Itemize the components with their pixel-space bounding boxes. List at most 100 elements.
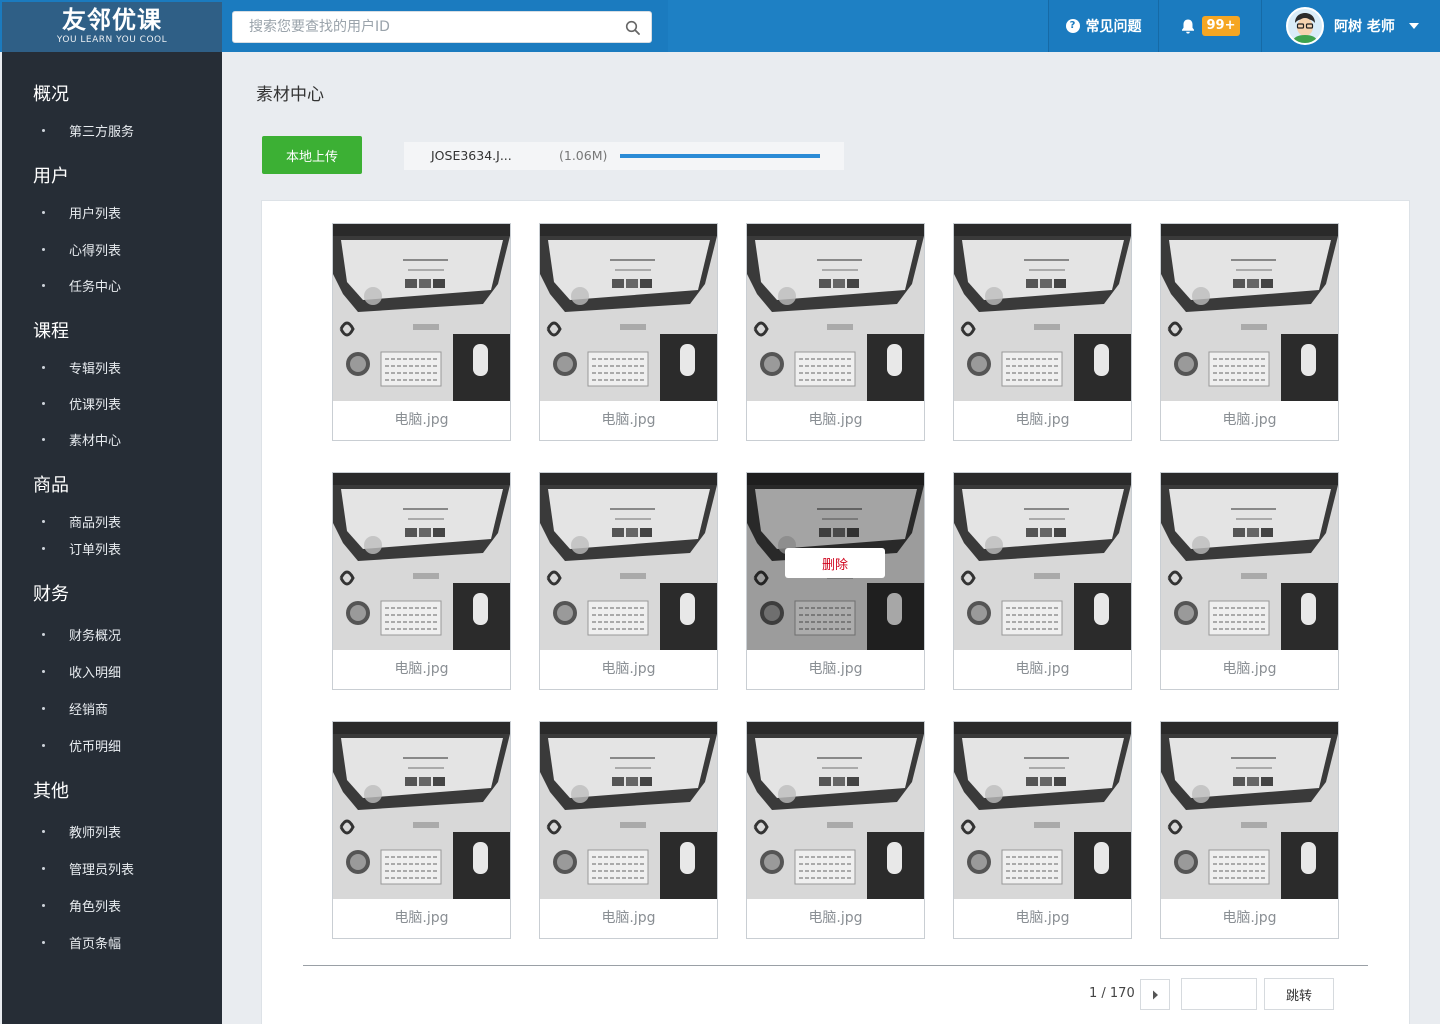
material-card[interactable]: 电脑.jpg <box>1160 223 1339 441</box>
logo[interactable]: 友邻优课 YOU LEARN YOU COOL <box>2 2 222 52</box>
material-card[interactable]: 电脑.jpg <box>539 472 718 690</box>
search-input[interactable] <box>233 12 613 42</box>
divider <box>303 965 1368 966</box>
sidebar-item-material-center[interactable]: 素材中心 <box>42 430 121 449</box>
material-thumbnail[interactable] <box>1161 473 1338 650</box>
bullet-icon <box>42 402 45 405</box>
sidebar-item-product-list[interactable]: 商品列表 <box>42 512 121 531</box>
material-card[interactable]: 删除电脑.jpg <box>746 472 925 690</box>
material-file-name: 电脑.jpg <box>1222 661 1277 677</box>
sidebar-item-home-banner[interactable]: 首页条幅 <box>42 933 121 952</box>
sidebar-item-income-detail[interactable]: 收入明细 <box>42 662 121 681</box>
material-thumbnail[interactable]: 删除 <box>747 473 924 650</box>
material-thumbnail[interactable] <box>333 224 510 401</box>
sidebar-item-admin-list[interactable]: 管理员列表 <box>42 859 134 878</box>
sidebar-item-label: 管理员列表 <box>69 863 135 878</box>
sidebar-item-coin-detail[interactable]: 优币明细 <box>42 736 121 755</box>
user-name: 阿树 老师 <box>1334 19 1395 35</box>
material-thumbnail[interactable] <box>747 722 924 899</box>
material-thumbnail[interactable] <box>333 473 510 650</box>
search-icon[interactable] <box>625 20 641 36</box>
computer-photo-image <box>954 473 1131 650</box>
material-card[interactable]: 电脑.jpg <box>1160 472 1339 690</box>
sidebar-item-label: 经销商 <box>69 703 109 718</box>
sidebar-item-label: 用户列表 <box>69 207 122 222</box>
material-thumbnail[interactable] <box>333 722 510 899</box>
notification-badge: 99+ <box>1201 16 1241 36</box>
material-card[interactable]: 电脑.jpg <box>332 472 511 690</box>
jump-button[interactable]: 跳转 <box>1264 978 1334 1010</box>
computer-photo-image <box>333 473 510 650</box>
search-box <box>232 11 652 43</box>
material-card[interactable]: 电脑.jpg <box>953 721 1132 939</box>
material-thumbnail[interactable] <box>747 224 924 401</box>
sidebar-item-label: 心得列表 <box>69 244 122 259</box>
material-card[interactable]: 电脑.jpg <box>539 223 718 441</box>
sidebar-item-order-list[interactable]: 订单列表 <box>42 539 121 558</box>
material-thumbnail[interactable] <box>954 473 1131 650</box>
computer-photo-image <box>954 722 1131 899</box>
sidebar-item-course-list[interactable]: 优课列表 <box>42 394 121 413</box>
material-file-name: 电脑.jpg <box>808 661 863 677</box>
bullet-icon <box>42 129 45 132</box>
material-card[interactable]: 电脑.jpg <box>746 223 925 441</box>
material-thumbnail[interactable] <box>540 722 717 899</box>
material-thumbnail[interactable] <box>954 722 1131 899</box>
sidebar-item-label: 角色列表 <box>69 900 122 915</box>
sidebar-item-label: 第三方服务 <box>69 125 135 140</box>
computer-photo-image <box>1161 722 1338 899</box>
page-number-input[interactable] <box>1181 978 1257 1010</box>
material-thumbnail[interactable] <box>540 224 717 401</box>
sidebar-item-album-list[interactable]: 专辑列表 <box>42 358 121 377</box>
faq-link[interactable]: ? 常见问题 <box>1048 0 1158 52</box>
material-card[interactable]: 电脑.jpg <box>1160 721 1339 939</box>
next-page-button[interactable] <box>1140 979 1170 1010</box>
material-card[interactable]: 电脑.jpg <box>953 223 1132 441</box>
material-card[interactable]: 电脑.jpg <box>332 223 511 441</box>
sidebar-item-label: 订单列表 <box>69 543 122 558</box>
sidebar-item-notes-list[interactable]: 心得列表 <box>42 240 121 259</box>
material-card[interactable]: 电脑.jpg <box>539 721 718 939</box>
bullet-icon <box>42 941 45 944</box>
bullet-icon <box>42 633 45 636</box>
computer-photo-image <box>747 722 924 899</box>
material-card[interactable]: 电脑.jpg <box>953 472 1132 690</box>
computer-photo-image <box>1161 473 1338 650</box>
user-menu[interactable]: 阿树 老师 <box>1262 0 1440 52</box>
sidebar-item-label: 优课列表 <box>69 398 122 413</box>
material-thumbnail[interactable] <box>1161 224 1338 401</box>
computer-photo-image <box>747 224 924 401</box>
material-card[interactable]: 电脑.jpg <box>332 721 511 939</box>
sidebar-item-label: 专辑列表 <box>69 362 122 377</box>
material-file-name: 电脑.jpg <box>1222 412 1277 428</box>
material-file-name: 电脑.jpg <box>1222 910 1277 926</box>
sidebar-item-label: 收入明细 <box>69 666 122 681</box>
sidebar-item-task-center[interactable]: 任务中心 <box>42 276 121 295</box>
computer-photo-image <box>540 722 717 899</box>
logo-subtitle: YOU LEARN YOU COOL <box>56 35 168 45</box>
local-upload-button[interactable]: 本地上传 <box>262 136 362 174</box>
computer-photo-image <box>333 224 510 401</box>
sidebar-item-user-list[interactable]: 用户列表 <box>42 203 121 222</box>
sidebar-section-other: 其他 <box>33 781 69 802</box>
bell-icon <box>1181 19 1194 34</box>
computer-photo-image <box>333 722 510 899</box>
bullet-icon <box>42 248 45 251</box>
material-thumbnail[interactable] <box>954 224 1131 401</box>
material-file-name: 电脑.jpg <box>808 412 863 428</box>
delete-button[interactable]: 删除 <box>785 548 885 578</box>
material-thumbnail[interactable] <box>540 473 717 650</box>
sidebar-item-dealers[interactable]: 经销商 <box>42 699 108 718</box>
faq-label: 常见问题 <box>1085 19 1142 35</box>
material-thumbnail[interactable] <box>1161 722 1338 899</box>
sidebar-item-finance-overview[interactable]: 财务概况 <box>42 625 121 644</box>
sidebar-item-teacher-list[interactable]: 教师列表 <box>42 822 121 841</box>
computer-photo-image <box>540 473 717 650</box>
notification-button[interactable]: 99+ <box>1158 0 1262 52</box>
material-file-name: 电脑.jpg <box>808 910 863 926</box>
bullet-icon <box>42 904 45 907</box>
sidebar-item-third-party-services[interactable]: 第三方服务 <box>42 121 134 140</box>
bullet-icon <box>42 830 45 833</box>
sidebar-item-role-list[interactable]: 角色列表 <box>42 896 121 915</box>
material-card[interactable]: 电脑.jpg <box>746 721 925 939</box>
